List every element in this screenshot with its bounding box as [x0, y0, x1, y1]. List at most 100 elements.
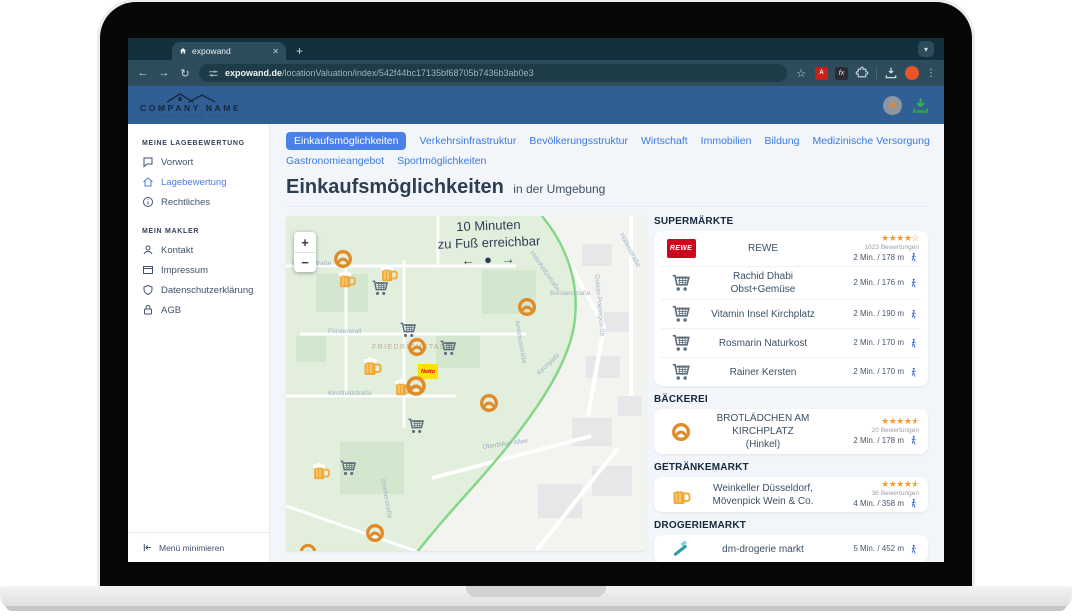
poi-section-title: SUPERMÄRKTE: [654, 216, 928, 227]
poi-icon-cell: [663, 421, 699, 443]
tab-immobilien[interactable]: Immobilien: [701, 133, 752, 149]
cart-icon: [670, 272, 692, 294]
laptop-base: [0, 586, 1072, 611]
url-path: /locationValuation/index/542f44bc17135bf…: [282, 68, 534, 78]
info-icon: [142, 196, 154, 208]
map-marker-pretzel-icon[interactable]: [516, 296, 538, 323]
walking-distance: 2 Min. / 176 m: [853, 278, 919, 289]
tab-bildung[interactable]: Bildung: [764, 133, 799, 149]
tab-wirtschaft[interactable]: Wirtschaft: [641, 133, 688, 149]
poi-row[interactable]: Weinkeller Düsseldorf,Mövenpick Wein & C…: [661, 477, 921, 512]
poi-row[interactable]: REWEREWE★★★★☆1023 Bewertungen2 Min. / 17…: [661, 231, 921, 266]
map-marker-beer-icon[interactable]: [336, 268, 358, 295]
sidebar-item-agb[interactable]: AGB: [128, 300, 269, 320]
map-marker-cart-icon[interactable]: [438, 338, 458, 363]
poi-meta: 5 Min. / 452 m: [827, 544, 919, 555]
map-marker-pretzel-icon[interactable]: [404, 374, 428, 403]
walk-icon: [908, 435, 919, 446]
user-icon: [142, 244, 154, 256]
poi-row[interactable]: BROTLÄDCHEN AM KIRCHPLATZ(Hinkel)★★★★★☆2…: [661, 409, 921, 454]
tab-search-chevron-icon[interactable]: ▾: [918, 41, 934, 57]
tab-medizinische-versorgung[interactable]: Medizinische Versorgung: [812, 133, 929, 149]
reload-icon[interactable]: ↻: [178, 67, 192, 80]
site-settings-icon[interactable]: [208, 68, 219, 79]
poi-section: DROGERIEMARKT dm-drogerie markt5 Min. / 4…: [654, 520, 928, 562]
downloads-icon[interactable]: [884, 66, 898, 80]
sidebar-item-lagebewertung[interactable]: Lagebewertung: [128, 172, 269, 192]
sidebar-section-label: MEIN MAKLER: [142, 228, 269, 235]
map-marker-pretzel-icon[interactable]: [406, 336, 428, 363]
browser-menu-icon[interactable]: ⋮: [926, 68, 936, 79]
company-logo: COMPANY NAME Slogan Goes Here: [140, 92, 241, 119]
script-extension-icon[interactable]: fx: [835, 67, 848, 80]
poi-section: SUPERMÄRKTE REWEREWE★★★★☆1023 Bewertungen…: [654, 216, 928, 386]
walking-distance: 2 Min. / 178 m: [853, 435, 919, 446]
map-marker-pretzel-icon[interactable]: [298, 542, 318, 551]
poi-meta: 2 Min. / 176 m: [827, 278, 919, 289]
tab-verkehrsinfrastruktur[interactable]: Verkehrsinfrastruktur: [419, 133, 516, 149]
pretzel-icon: [332, 248, 354, 270]
map-marker-cart-icon[interactable]: [338, 458, 358, 483]
tab-close-icon[interactable]: ✕: [272, 47, 279, 56]
poi-row[interactable]: dm-drogerie markt5 Min. / 452 m: [661, 535, 921, 562]
sidebar-item-label: Datenschutzerklärung: [161, 285, 253, 296]
pretzel-icon: [364, 522, 386, 544]
sidebar-item-kontakt[interactable]: Kontakt: [128, 240, 269, 260]
download-report-button[interactable]: [911, 96, 930, 115]
company-slogan: Slogan Goes Here: [155, 113, 226, 119]
poi-icon-cell: [663, 483, 699, 507]
tab-gastronomieangebot[interactable]: Gastronomieangebot: [286, 153, 384, 169]
address-bar[interactable]: expowand.de/locationValuation/index/542f…: [199, 64, 787, 82]
sidebar-item-label: Kontakt: [161, 245, 193, 256]
pretzel-icon: [406, 336, 428, 358]
poi-section-title: BÄCKEREI: [654, 394, 928, 405]
collapse-icon: [142, 542, 153, 553]
back-icon[interactable]: ←: [136, 67, 150, 79]
theme-toggle-button[interactable]: [883, 96, 902, 115]
menu-minimize-button[interactable]: Menü minimieren: [128, 532, 269, 562]
tab-bevölkerungsstruktur[interactable]: Bevölkerungsstruktur: [529, 133, 628, 149]
sidebar-item-datenschutzerkl-rung[interactable]: Datenschutzerklärung: [128, 280, 269, 300]
cart-icon: [438, 338, 458, 358]
sidebar-item-vorwort[interactable]: Vorwort: [128, 152, 269, 172]
poi-row[interactable]: Rachid Dhabi Obst+Gemüse2 Min. / 176 m: [661, 266, 921, 299]
window-icon: [142, 264, 154, 276]
browser-tab[interactable]: expowand ✕: [172, 42, 286, 60]
lock-icon: [142, 304, 154, 316]
map-marker-beer-icon[interactable]: [360, 354, 384, 383]
cart-icon: [670, 303, 692, 325]
star-rating: ★★★★☆: [881, 234, 919, 243]
site-header: COMPANY NAME Slogan Goes Here: [128, 86, 944, 124]
bookmark-star-icon[interactable]: ☆: [794, 66, 808, 80]
map-marker-beer-icon[interactable]: [310, 460, 332, 487]
map-marker-pretzel-icon[interactable]: [364, 522, 386, 549]
adobe-extension-icon[interactable]: A: [815, 67, 828, 80]
new-tab-button[interactable]: +: [296, 42, 303, 60]
walk-icon: [908, 338, 919, 349]
star-rating: ★★★★★☆: [881, 480, 919, 489]
map-marker-cart-icon[interactable]: [370, 278, 390, 303]
zoom-out-button[interactable]: −: [294, 252, 316, 272]
poi-row[interactable]: Rosmarin Naturkost2 Min. / 170 m: [661, 328, 921, 357]
poi-card: REWEREWE★★★★☆1023 Bewertungen2 Min. / 17…: [654, 231, 928, 386]
store-name: BROTLÄDCHEN AM KIRCHPLATZ(Hinkel): [699, 412, 827, 451]
poi-row[interactable]: Rainer Kersten2 Min. / 170 m: [661, 357, 921, 386]
extensions-puzzle-icon[interactable]: [855, 66, 869, 80]
zoom-in-button[interactable]: +: [294, 232, 316, 252]
poi-row[interactable]: Vitamin Insel Kirchplatz2 Min. / 190 m: [661, 299, 921, 328]
laptop-frame: expowand ✕ + ▾ ← → ↻ expowand.de/locatio…: [100, 2, 972, 588]
poi-section-title: DROGERIEMARKT: [654, 520, 928, 531]
tab-einkaufsmöglichkeiten[interactable]: Einkaufsmöglichkeiten: [286, 132, 406, 150]
sidebar-item-impressum[interactable]: Impressum: [128, 260, 269, 280]
pretzel-icon: [478, 392, 500, 414]
street-label: Fürstenwall: [328, 328, 361, 335]
sidebar-item-rechtliches[interactable]: Rechtliches: [128, 192, 269, 212]
chat-icon: [142, 156, 154, 168]
map-marker-cart-icon[interactable]: [406, 416, 426, 441]
map-marker-pretzel-icon[interactable]: [478, 392, 500, 419]
forward-icon[interactable]: →: [157, 67, 171, 79]
map[interactable]: + − 10 Minuten zu Fuß erreichbar ← ● → H…: [286, 216, 646, 551]
profile-avatar[interactable]: [905, 66, 919, 80]
tab-sportmöglichkeiten[interactable]: Sportmöglichkeiten: [397, 153, 486, 169]
pretzel-icon: [404, 374, 428, 398]
